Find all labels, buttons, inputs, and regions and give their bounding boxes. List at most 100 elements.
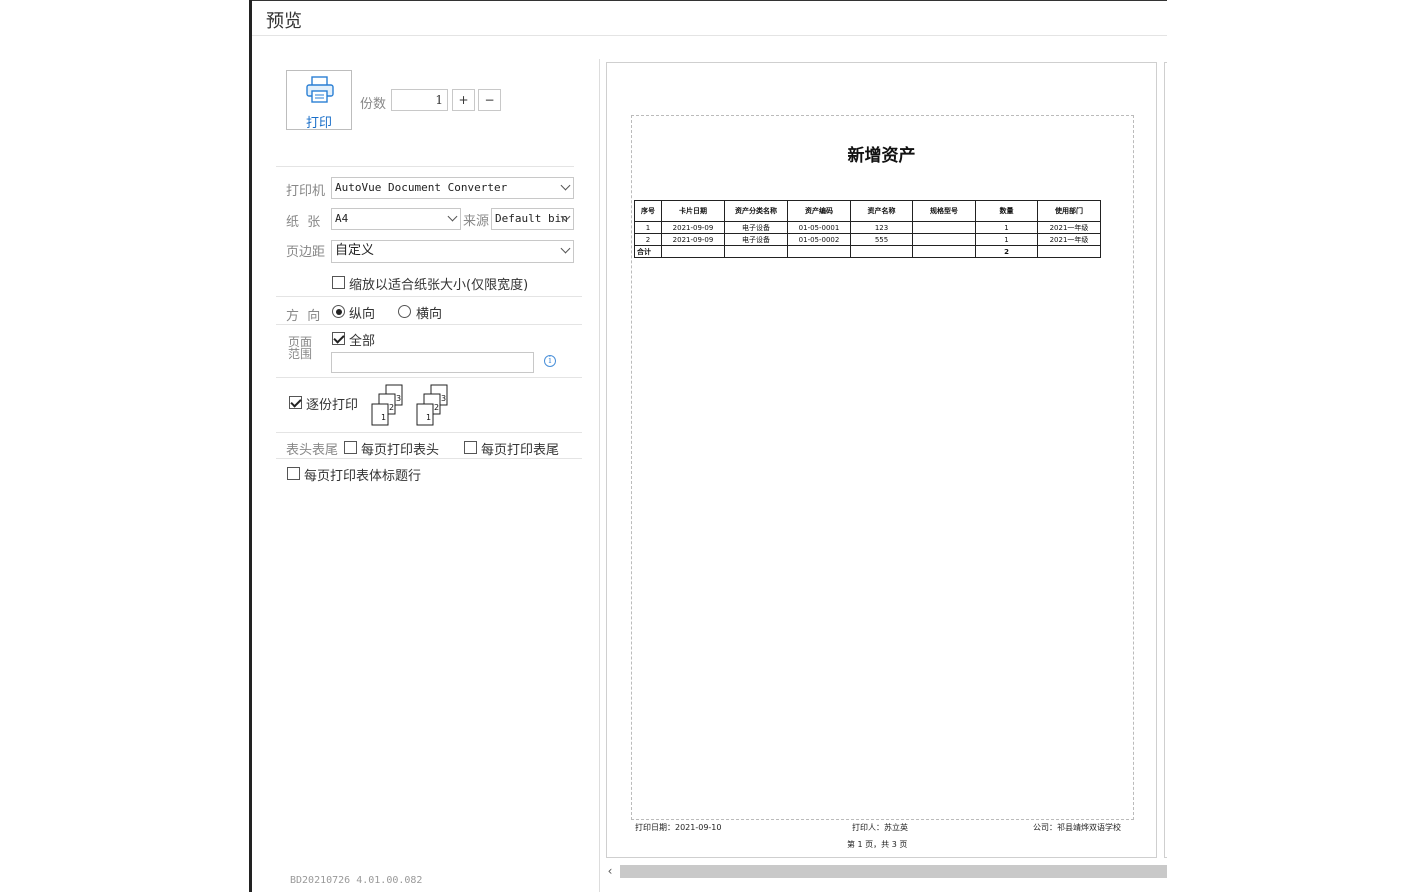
each-page-footer-checkbox[interactable]: [464, 441, 477, 454]
window-title: 预览: [266, 11, 302, 32]
chevron-left-icon[interactable]: ‹: [604, 864, 616, 878]
header-footer-label: 表头表尾: [286, 443, 339, 458]
table-cell: [912, 245, 976, 258]
landscape-radio[interactable]: [398, 305, 411, 318]
each-page-header-label: 每页打印表头: [361, 443, 440, 458]
paper-select-value: A4: [335, 212, 349, 225]
table-cell: 555: [850, 233, 913, 246]
table-cell: [724, 245, 788, 258]
divider: [276, 458, 582, 459]
column-header: 卡片日期: [661, 200, 725, 222]
portrait-radio[interactable]: [332, 305, 345, 318]
table-cell: 123: [850, 221, 913, 234]
collate-checkbox[interactable]: [289, 396, 302, 409]
table-cell: [661, 245, 725, 258]
table-cell: 1: [634, 221, 662, 234]
copies-minus-button[interactable]: −: [478, 89, 501, 111]
margin-select-value: 自定义: [335, 243, 375, 258]
chevron-down-icon: [447, 211, 458, 222]
table-cell: 2: [634, 233, 662, 246]
divider: [276, 432, 582, 433]
printer-select-value: AutoVue Document Converter: [335, 181, 508, 194]
asset-table: 序号 卡片日期 资产分类名称 资产编码 资产名称 规格型号 数量 使用部门 1 …: [634, 200, 1101, 258]
paper-source-label: 来源: [463, 214, 490, 229]
print-date: 打印日期：2021-09-10: [635, 823, 722, 832]
print-button[interactable]: 打印: [286, 70, 352, 131]
page-range-all-checkbox[interactable]: [332, 332, 345, 345]
column-header: 资产名称: [850, 200, 913, 222]
table-cell: 2021-09-09: [661, 233, 725, 246]
divider: [276, 296, 582, 297]
paper-select[interactable]: A4: [331, 208, 461, 230]
collate-label: 逐份打印: [306, 398, 359, 413]
table-cell: 2: [975, 245, 1038, 258]
column-header: 使用部门: [1037, 200, 1101, 222]
page-range-input[interactable]: [331, 352, 534, 373]
each-page-footer-label: 每页打印表尾: [481, 443, 560, 458]
divider: [276, 166, 574, 167]
table-cell: 电子设备: [724, 233, 788, 246]
divider: [276, 377, 582, 378]
scrollbar-thumb[interactable]: [620, 865, 1167, 878]
printer-label: 打印机: [286, 184, 326, 199]
margin-label: 页边距: [286, 245, 326, 260]
each-page-body-title-checkbox[interactable]: [287, 467, 300, 480]
preview-page: 新增资产 序号 卡片日期 资产分类名称 资产编码 资产名称 规格型号 数量 使用…: [606, 62, 1157, 858]
copies-input[interactable]: 1: [391, 89, 448, 111]
column-header: 规格型号: [912, 200, 976, 222]
landscape-label: 横向: [416, 307, 443, 322]
paper-source-value: Default bin: [495, 212, 568, 225]
table-row: 2 2021-09-09 电子设备 01-05-0002 555 1 2021一…: [634, 233, 1101, 246]
column-header: 序号: [634, 200, 662, 222]
each-page-body-title-label: 每页打印表体标题行: [304, 469, 422, 484]
printer-select[interactable]: AutoVue Document Converter: [331, 177, 574, 199]
paper-source-select[interactable]: Default bin: [491, 208, 574, 230]
table-cell: 电子设备: [724, 221, 788, 234]
table-cell: 2021一年级: [1037, 233, 1101, 246]
column-header: 资产编码: [787, 200, 851, 222]
table-cell: 1: [975, 221, 1038, 234]
paper-label: 纸 张: [286, 215, 321, 230]
table-cell: 2021一年级: [1037, 221, 1101, 234]
table-cell: 合计: [634, 245, 662, 258]
scale-to-fit-checkbox[interactable]: [332, 276, 345, 289]
table-cell: [850, 245, 913, 258]
titlebar: 预览: [252, 0, 1167, 36]
table-cell: [1037, 245, 1101, 258]
chevron-down-icon: [560, 180, 571, 191]
copies-plus-button[interactable]: +: [452, 89, 475, 111]
table-cell: 01-05-0002: [787, 233, 851, 246]
preview-window: 预览 打印 份数 1 + − 打印机 AutoVue Document Conv…: [249, 0, 1167, 892]
column-header: 资产分类名称: [724, 200, 788, 222]
info-icon[interactable]: i: [544, 355, 556, 367]
print-settings-panel: 打印 份数 1 + − 打印机 AutoVue Document Convert…: [252, 37, 597, 892]
document-title: 新增资产: [847, 146, 916, 166]
table-cell: 1: [975, 233, 1038, 246]
orientation-label: 方 向: [286, 309, 321, 324]
svg-text:2: 2: [389, 403, 394, 412]
table-cell: [912, 221, 976, 234]
table-row: 1 2021-09-09 电子设备 01-05-0001 123 1 2021一…: [634, 221, 1101, 234]
table-total-row: 合计 2: [634, 245, 1101, 258]
page-range-all-label: 全部: [349, 334, 376, 349]
svg-text:3: 3: [441, 394, 446, 403]
print-button-label: 打印: [305, 116, 332, 131]
divider: [276, 324, 582, 325]
page-info: 第 1 页，共 3 页: [847, 840, 908, 849]
horizontal-scrollbar[interactable]: ‹: [600, 863, 1167, 880]
preview-area[interactable]: 新增资产 序号 卡片日期 资产分类名称 资产编码 资产名称 规格型号 数量 使用…: [599, 59, 1167, 892]
table-cell: [787, 245, 851, 258]
printer-person: 打印人：苏立英: [852, 823, 908, 832]
table-cell: 2021-09-09: [661, 221, 725, 234]
column-header: 数量: [975, 200, 1038, 222]
collate-pages-icon: 3 2 1 3 2 1: [371, 384, 448, 426]
version-text: BD20210726 4.01.00.082: [290, 875, 423, 886]
copies-label: 份数: [360, 97, 387, 112]
printer-icon: [306, 76, 334, 103]
preview-page-next: [1164, 62, 1167, 858]
company-name: 公司：祁县靖烨双语学校: [1033, 823, 1121, 832]
each-page-header-checkbox[interactable]: [344, 441, 357, 454]
scale-to-fit-label: 缩放以适合纸张大小(仅限宽度): [349, 278, 529, 293]
margin-select[interactable]: 自定义: [331, 240, 574, 263]
chevron-down-icon: [560, 243, 571, 254]
